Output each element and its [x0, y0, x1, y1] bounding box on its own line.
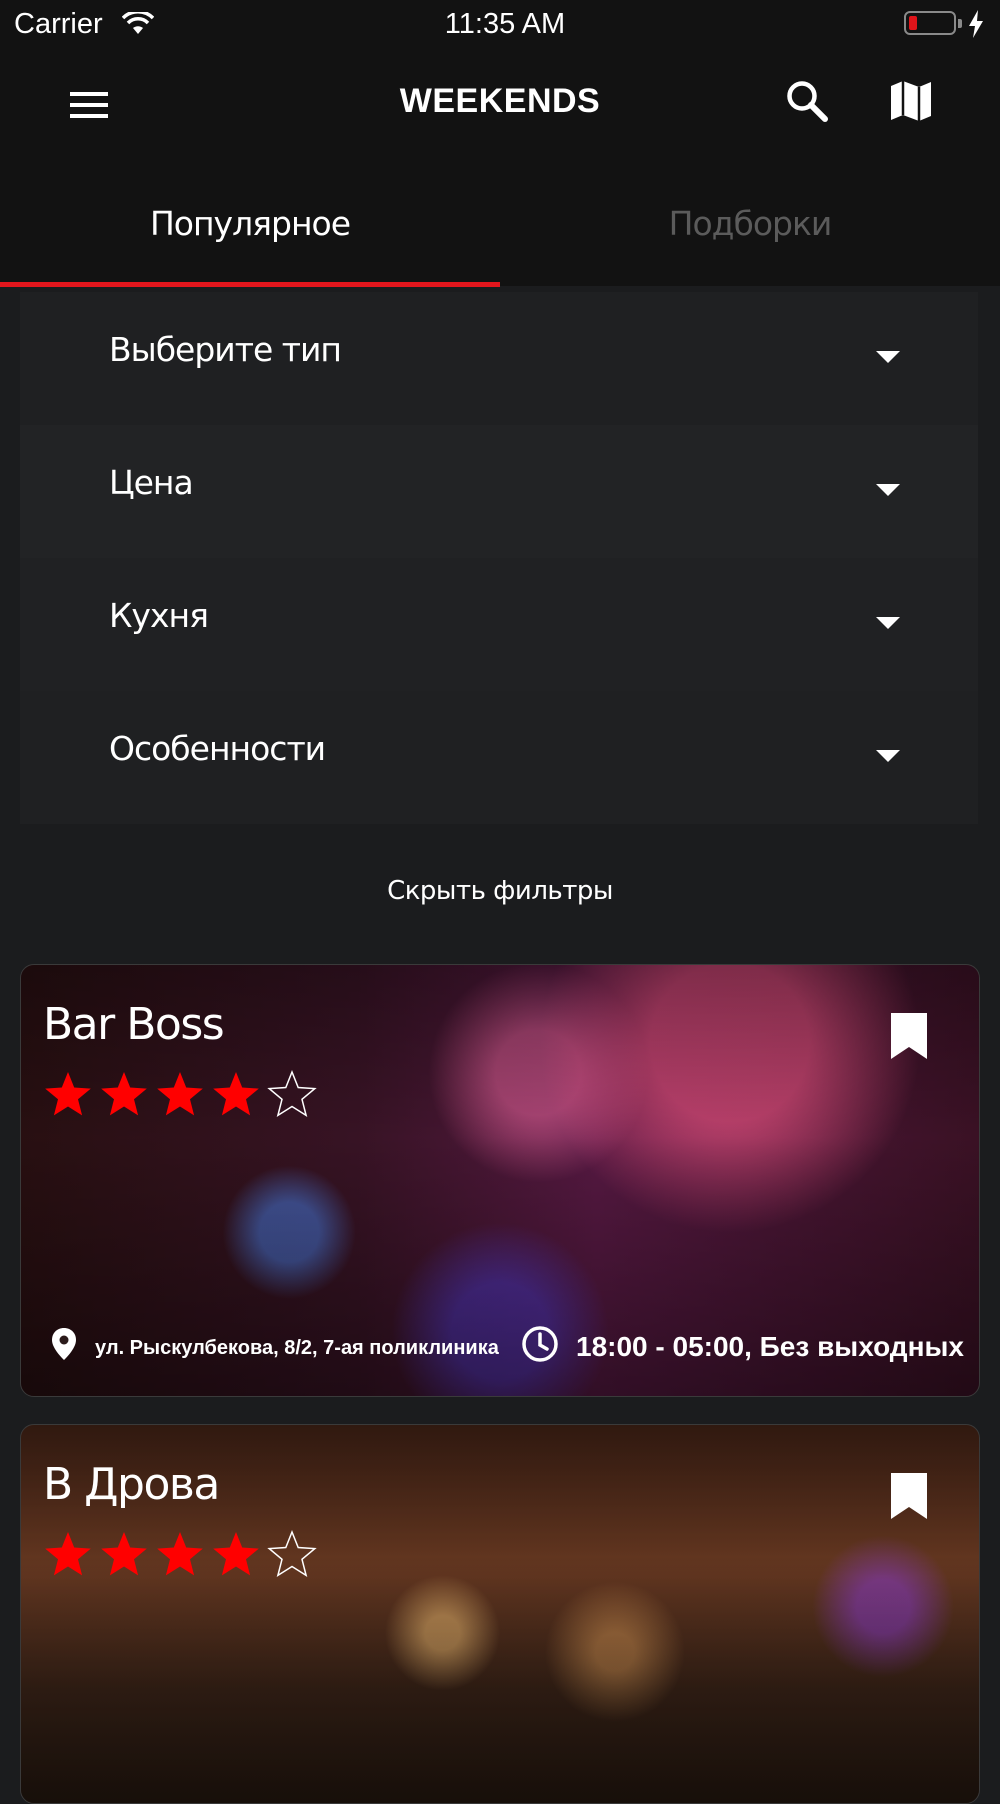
filter-label: Кухня	[109, 596, 209, 635]
star-filled-icon	[101, 1532, 147, 1576]
filter-panel: Выберите тип Цена Кухня Особенности	[20, 292, 978, 824]
star-filled-icon	[45, 1072, 91, 1116]
tab-bar: Популярное Подборки	[0, 202, 1000, 287]
star-filled-icon	[213, 1072, 259, 1116]
place-address: ул. Рыскулбекова, 8/2, 7-ая поликлиника	[95, 1337, 499, 1359]
place-hours: 18:00 - 05:00, Без выходных	[576, 1331, 964, 1362]
star-filled-icon	[157, 1532, 203, 1576]
filter-price-dropdown[interactable]: Цена	[20, 425, 978, 558]
status-time: 11:35 AM	[444, 8, 566, 40]
filter-cuisine-dropdown[interactable]: Кухня	[20, 558, 978, 691]
tab-popular[interactable]: Популярное	[0, 202, 500, 286]
star-filled-icon	[157, 1072, 203, 1116]
rating-stars	[43, 1529, 323, 1579]
place-name: Bar Boss	[43, 999, 225, 1050]
chevron-down-icon	[876, 351, 900, 363]
bookmark-icon[interactable]	[889, 1471, 929, 1521]
star-filled-icon	[101, 1072, 147, 1116]
app-title: WEEKENDS	[399, 82, 601, 120]
chevron-down-icon	[876, 617, 900, 629]
chevron-down-icon	[876, 484, 900, 496]
tab-collections[interactable]: Подборки	[500, 202, 1000, 286]
rating-stars	[43, 1069, 323, 1119]
filter-label: Особенности	[109, 729, 326, 768]
search-icon[interactable]	[784, 78, 830, 124]
location-pin-icon	[52, 1328, 76, 1360]
top-navbar: WEEKENDS	[0, 50, 1000, 202]
hide-filters-button[interactable]: Скрыть фильтры	[0, 876, 1000, 906]
star-filled-icon	[213, 1532, 259, 1576]
filter-type-dropdown[interactable]: Выберите тип	[20, 292, 978, 425]
map-icon[interactable]	[888, 78, 934, 124]
star-empty-icon	[267, 1529, 317, 1578]
bookmark-icon[interactable]	[889, 1011, 929, 1061]
filter-label: Выберите тип	[109, 330, 342, 369]
place-card[interactable]: В Дрова	[20, 1424, 980, 1804]
battery-nub	[958, 19, 962, 28]
star-filled-icon	[45, 1532, 91, 1576]
tab-indicator	[0, 282, 500, 287]
star-empty-icon	[267, 1069, 317, 1118]
battery-icon	[904, 11, 956, 35]
status-bar: Carrier 11:35 AM	[0, 0, 1000, 50]
charging-icon	[969, 10, 983, 38]
clock-icon	[522, 1326, 558, 1362]
place-name: В Дрова	[43, 1459, 220, 1510]
chevron-down-icon	[876, 750, 900, 762]
place-card[interactable]: Bar Boss ул. Рыскулбекова, 8/2, 7-ая пол…	[20, 964, 980, 1397]
filter-label: Цена	[109, 463, 194, 502]
filter-features-dropdown[interactable]: Особенности	[20, 691, 978, 824]
